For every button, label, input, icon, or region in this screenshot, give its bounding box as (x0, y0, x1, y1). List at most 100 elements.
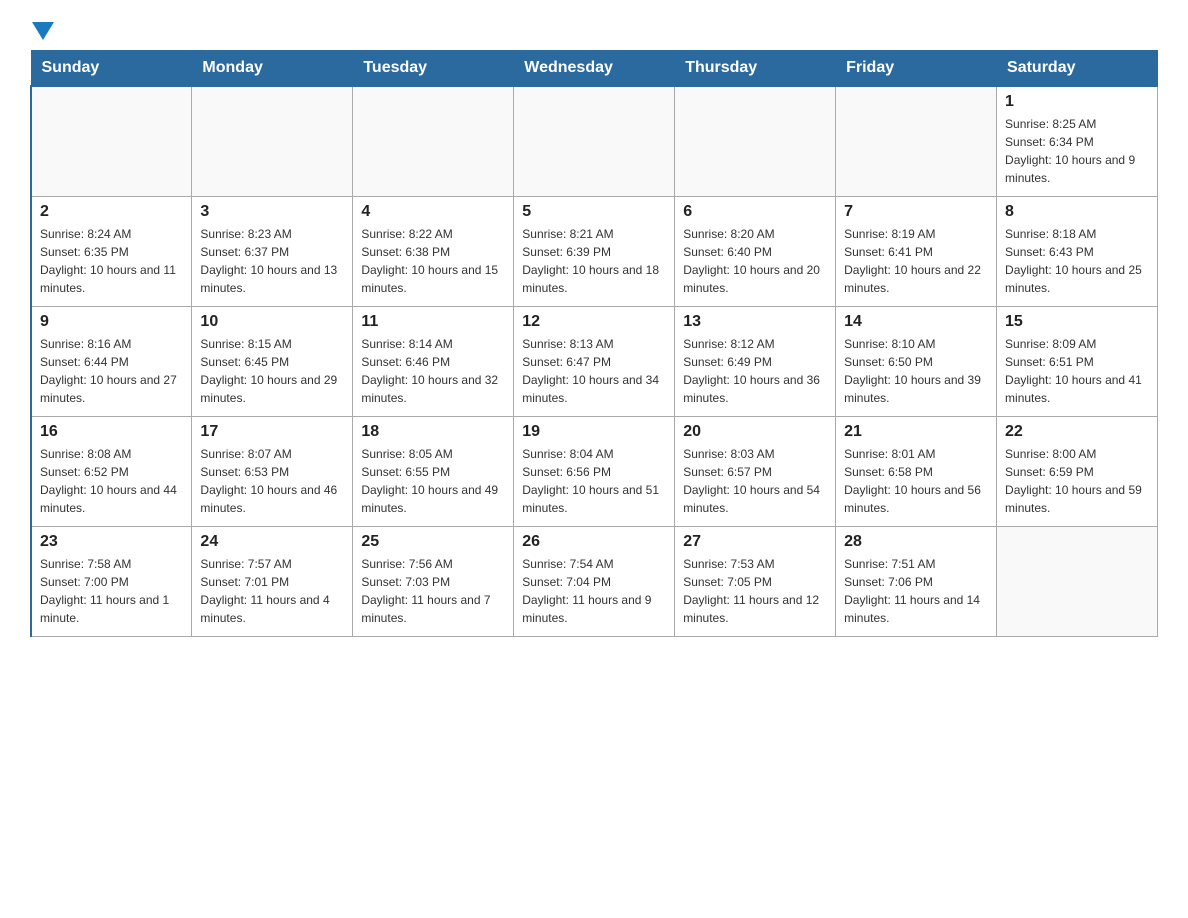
logo (30, 20, 54, 40)
calendar-week-row: 1 Sunrise: 8:25 AMSunset: 6:34 PMDaylight… (31, 86, 1158, 196)
header-sunday: Sunday (31, 51, 192, 87)
day-info: Sunrise: 8:09 AMSunset: 6:51 PMDaylight:… (1005, 335, 1149, 407)
calendar-cell: 24 Sunrise: 7:57 AMSunset: 7:01 PMDayligh… (192, 526, 353, 636)
calendar-cell: 20Sunrise: 8:03 AMSunset: 6:57 PMDayligh… (675, 416, 836, 526)
day-number: 22 (1005, 423, 1149, 441)
day-info: Sunrise: 8:01 AMSunset: 6:58 PMDaylight:… (844, 445, 988, 517)
calendar-cell: 10 Sunrise: 8:15 AMSunset: 6:45 PMDayligh… (192, 306, 353, 416)
day-info: Sunrise: 7:54 AMSunset: 7:04 PMDaylight:… (522, 555, 666, 627)
day-info: Sunrise: 7:51 AMSunset: 7:06 PMDaylight:… (844, 555, 988, 627)
day-info: Sunrise: 8:21 AMSunset: 6:39 PMDaylight:… (522, 225, 666, 297)
calendar-cell: 9 Sunrise: 8:16 AMSunset: 6:44 PMDaylight… (31, 306, 192, 416)
header-wednesday: Wednesday (514, 51, 675, 87)
day-info: Sunrise: 8:12 AMSunset: 6:49 PMDaylight:… (683, 335, 827, 407)
day-number: 10 (200, 313, 344, 331)
calendar-cell: 8 Sunrise: 8:18 AMSunset: 6:43 PMDaylight… (997, 196, 1158, 306)
day-number: 24 (200, 533, 344, 551)
calendar-cell (997, 526, 1158, 636)
calendar-cell: 22 Sunrise: 8:00 AMSunset: 6:59 PMDayligh… (997, 416, 1158, 526)
day-number: 2 (40, 203, 183, 221)
day-info: Sunrise: 8:04 AMSunset: 6:56 PMDaylight:… (522, 445, 666, 517)
day-number: 11 (361, 313, 505, 331)
calendar-cell: 27 Sunrise: 7:53 AMSunset: 7:05 PMDayligh… (675, 526, 836, 636)
day-number: 17 (200, 423, 344, 441)
calendar-cell (31, 86, 192, 196)
day-info: Sunrise: 8:25 AMSunset: 6:34 PMDaylight:… (1005, 115, 1149, 187)
calendar-week-row: 2Sunrise: 8:24 AMSunset: 6:35 PMDaylight… (31, 196, 1158, 306)
day-info: Sunrise: 8:10 AMSunset: 6:50 PMDaylight:… (844, 335, 988, 407)
day-number: 27 (683, 533, 827, 551)
calendar-cell: 2Sunrise: 8:24 AMSunset: 6:35 PMDaylight… (31, 196, 192, 306)
header-row: Sunday Monday Tuesday Wednesday Thursday… (31, 51, 1158, 87)
day-number: 9 (40, 313, 183, 331)
calendar-cell: 6Sunrise: 8:20 AMSunset: 6:40 PMDaylight… (675, 196, 836, 306)
day-info: Sunrise: 8:14 AMSunset: 6:46 PMDaylight:… (361, 335, 505, 407)
day-info: Sunrise: 8:20 AMSunset: 6:40 PMDaylight:… (683, 225, 827, 297)
header-thursday: Thursday (675, 51, 836, 87)
day-info: Sunrise: 8:16 AMSunset: 6:44 PMDaylight:… (40, 335, 183, 407)
header-saturday: Saturday (997, 51, 1158, 87)
calendar-cell: 3Sunrise: 8:23 AMSunset: 6:37 PMDaylight… (192, 196, 353, 306)
calendar-cell: 19 Sunrise: 8:04 AMSunset: 6:56 PMDayligh… (514, 416, 675, 526)
day-number: 23 (40, 533, 183, 551)
calendar-cell: 17 Sunrise: 8:07 AMSunset: 6:53 PMDayligh… (192, 416, 353, 526)
header-friday: Friday (836, 51, 997, 87)
page-header (30, 20, 1158, 40)
calendar-cell: 23Sunrise: 7:58 AMSunset: 7:00 PMDayligh… (31, 526, 192, 636)
day-info: Sunrise: 7:57 AMSunset: 7:01 PMDaylight:… (200, 555, 344, 627)
day-number: 5 (522, 203, 666, 221)
day-info: Sunrise: 8:19 AMSunset: 6:41 PMDaylight:… (844, 225, 988, 297)
calendar-cell: 25 Sunrise: 7:56 AMSunset: 7:03 PMDayligh… (353, 526, 514, 636)
calendar-week-row: 9 Sunrise: 8:16 AMSunset: 6:44 PMDaylight… (31, 306, 1158, 416)
calendar-cell: 15 Sunrise: 8:09 AMSunset: 6:51 PMDayligh… (997, 306, 1158, 416)
day-info: Sunrise: 8:05 AMSunset: 6:55 PMDaylight:… (361, 445, 505, 517)
calendar-cell: 5 Sunrise: 8:21 AMSunset: 6:39 PMDaylight… (514, 196, 675, 306)
calendar-cell (514, 86, 675, 196)
day-number: 14 (844, 313, 988, 331)
day-number: 25 (361, 533, 505, 551)
day-number: 19 (522, 423, 666, 441)
day-number: 7 (844, 203, 988, 221)
day-info: Sunrise: 8:15 AMSunset: 6:45 PMDaylight:… (200, 335, 344, 407)
calendar-cell (836, 86, 997, 196)
calendar-cell (353, 86, 514, 196)
day-number: 15 (1005, 313, 1149, 331)
day-number: 18 (361, 423, 505, 441)
day-info: Sunrise: 8:08 AMSunset: 6:52 PMDaylight:… (40, 445, 183, 517)
calendar-cell: 1 Sunrise: 8:25 AMSunset: 6:34 PMDaylight… (997, 86, 1158, 196)
day-info: Sunrise: 8:00 AMSunset: 6:59 PMDaylight:… (1005, 445, 1149, 517)
day-info: Sunrise: 7:56 AMSunset: 7:03 PMDaylight:… (361, 555, 505, 627)
day-info: Sunrise: 8:18 AMSunset: 6:43 PMDaylight:… (1005, 225, 1149, 297)
day-info: Sunrise: 8:22 AMSunset: 6:38 PMDaylight:… (361, 225, 505, 297)
calendar-cell (675, 86, 836, 196)
header-monday: Monday (192, 51, 353, 87)
logo-triangle-icon (32, 22, 54, 40)
calendar-cell: 16 Sunrise: 8:08 AMSunset: 6:52 PMDayligh… (31, 416, 192, 526)
calendar-week-row: 23Sunrise: 7:58 AMSunset: 7:00 PMDayligh… (31, 526, 1158, 636)
calendar-cell: 4 Sunrise: 8:22 AMSunset: 6:38 PMDaylight… (353, 196, 514, 306)
header-tuesday: Tuesday (353, 51, 514, 87)
calendar-cell: 21 Sunrise: 8:01 AMSunset: 6:58 PMDayligh… (836, 416, 997, 526)
calendar-cell: 11 Sunrise: 8:14 AMSunset: 6:46 PMDayligh… (353, 306, 514, 416)
calendar-cell: 14 Sunrise: 8:10 AMSunset: 6:50 PMDayligh… (836, 306, 997, 416)
calendar-cell: 7 Sunrise: 8:19 AMSunset: 6:41 PMDaylight… (836, 196, 997, 306)
day-info: Sunrise: 7:53 AMSunset: 7:05 PMDaylight:… (683, 555, 827, 627)
calendar-table: Sunday Monday Tuesday Wednesday Thursday… (30, 50, 1158, 637)
day-number: 1 (1005, 93, 1149, 111)
day-info: Sunrise: 8:03 AMSunset: 6:57 PMDaylight:… (683, 445, 827, 517)
day-number: 8 (1005, 203, 1149, 221)
calendar-cell: 26 Sunrise: 7:54 AMSunset: 7:04 PMDayligh… (514, 526, 675, 636)
day-info: Sunrise: 8:13 AMSunset: 6:47 PMDaylight:… (522, 335, 666, 407)
calendar-cell (192, 86, 353, 196)
calendar-body: 1 Sunrise: 8:25 AMSunset: 6:34 PMDaylight… (31, 86, 1158, 636)
day-number: 3 (200, 203, 344, 221)
day-number: 26 (522, 533, 666, 551)
calendar-header: Sunday Monday Tuesday Wednesday Thursday… (31, 51, 1158, 87)
calendar-cell: 18 Sunrise: 8:05 AMSunset: 6:55 PMDayligh… (353, 416, 514, 526)
day-info: Sunrise: 8:07 AMSunset: 6:53 PMDaylight:… (200, 445, 344, 517)
calendar-cell: 13Sunrise: 8:12 AMSunset: 6:49 PMDayligh… (675, 306, 836, 416)
day-number: 21 (844, 423, 988, 441)
calendar-cell: 12Sunrise: 8:13 AMSunset: 6:47 PMDayligh… (514, 306, 675, 416)
day-number: 16 (40, 423, 183, 441)
day-number: 4 (361, 203, 505, 221)
